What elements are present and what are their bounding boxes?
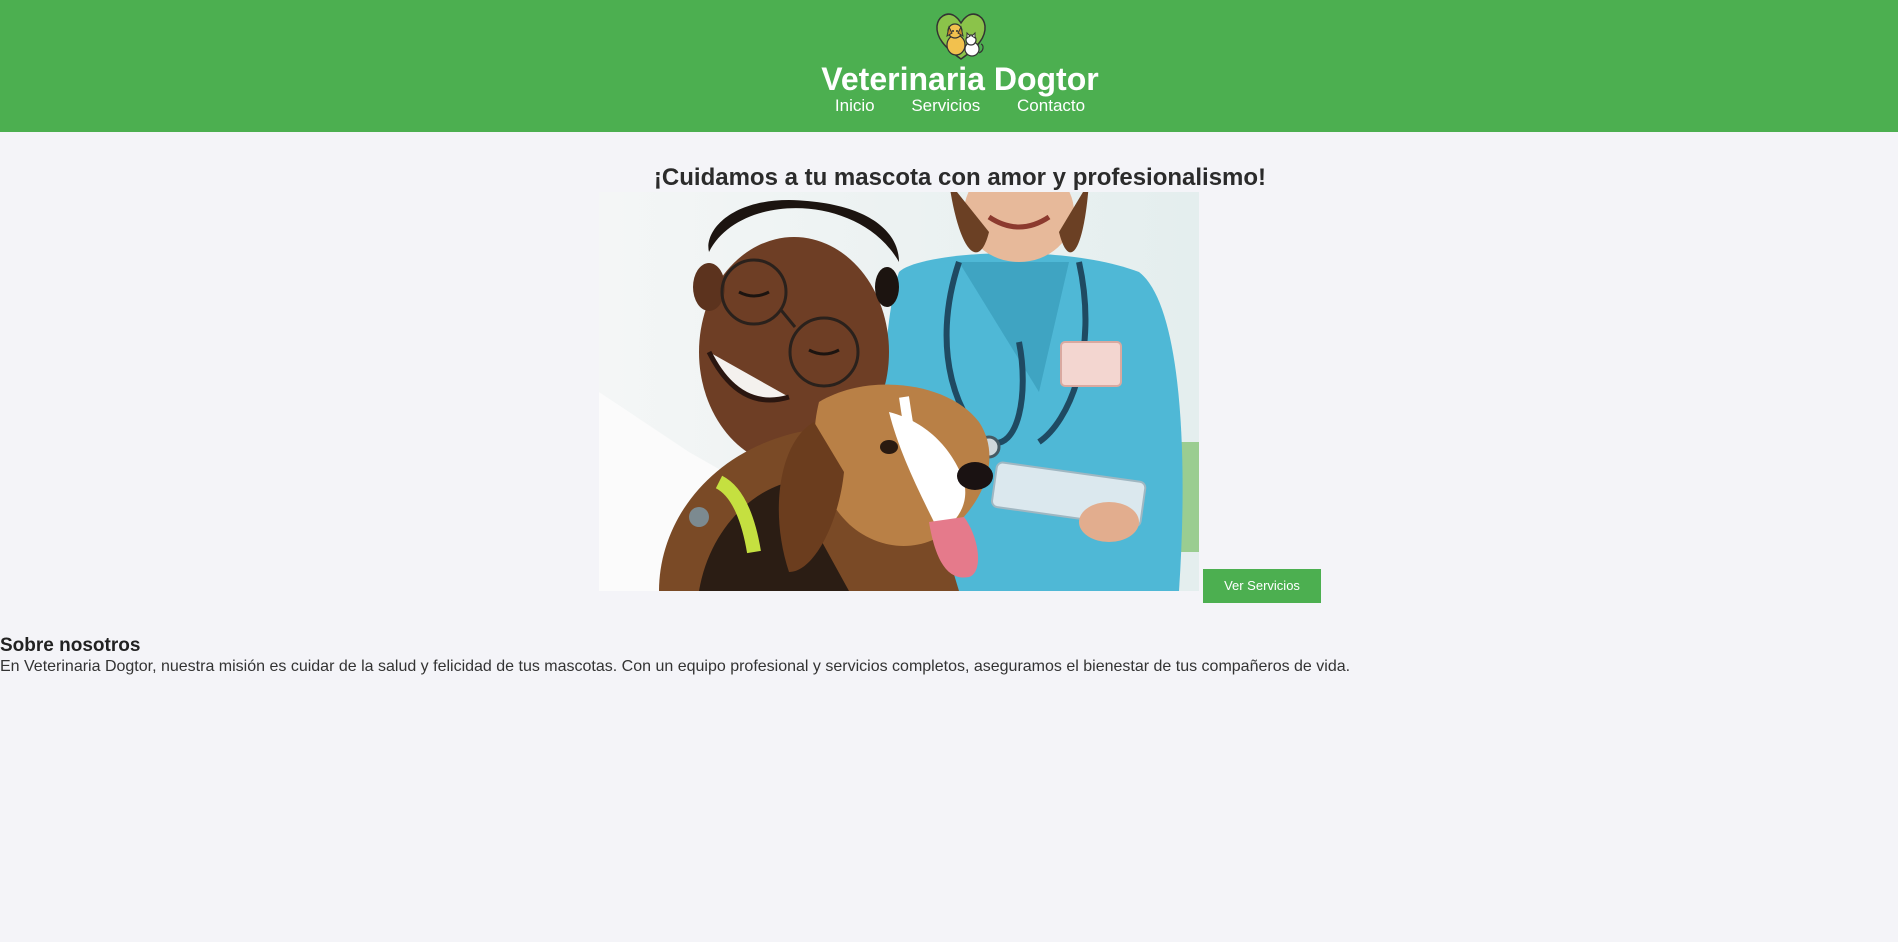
pets-logo-icon [936,13,986,60]
about-text: En Veterinaria Dogtor, nuestra misión es… [0,658,1351,675]
hero-image [599,192,1199,591]
main-nav: Inicio Servicios Contacto [0,96,1898,116]
site-header: Veterinaria Dogtor Inicio Servicios Cont… [0,0,1898,132]
nav-link-contacto[interactable]: Contacto [1017,96,1085,115]
site-title: Veterinaria Dogtor [821,61,1099,97]
ver-servicios-button[interactable]: Ver Servicios [1203,569,1321,603]
nav-link-servicios[interactable]: Servicios [911,96,980,115]
nav-link-inicio[interactable]: Inicio [835,96,875,115]
hero-title: ¡Cuidamos a tu mascota con amor y profes… [653,164,1267,191]
about-title: Sobre nosotros [0,635,141,656]
hero-photo-illustration [599,192,1199,591]
